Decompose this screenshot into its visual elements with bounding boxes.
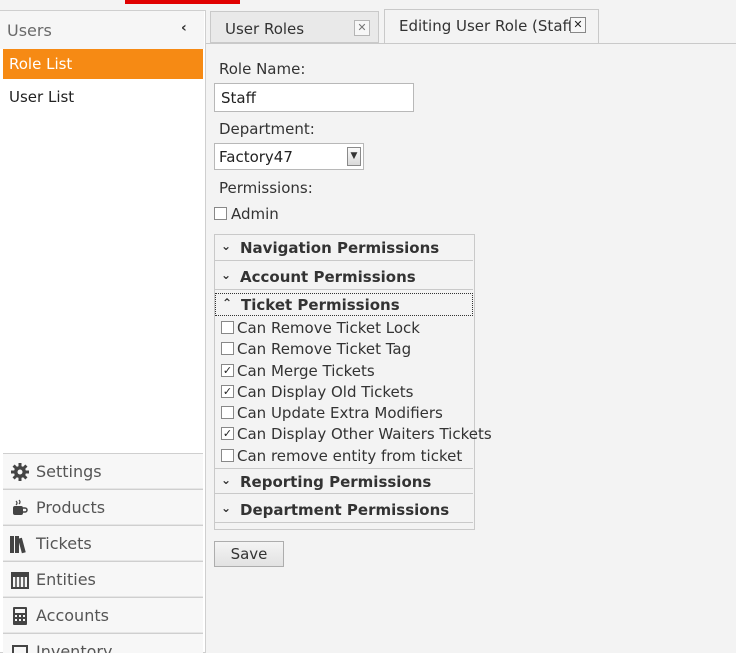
gear-icon: [11, 463, 29, 481]
section-department-permissions[interactable]: ⌄ Department Permissions: [215, 497, 473, 523]
nav-tickets-button[interactable]: Tickets: [3, 525, 203, 561]
nav-products-button[interactable]: Products: [3, 489, 203, 525]
nav-settings-button[interactable]: Settings: [3, 453, 203, 489]
nav-entities-button[interactable]: Entities: [3, 561, 203, 597]
nav-products-label: Products: [36, 498, 106, 517]
section-reporting-permissions[interactable]: ⌄ Reporting Permissions: [215, 468, 473, 494]
chevron-down-icon: ⌄: [221, 501, 232, 515]
users-panel-header: Users ‹: [0, 11, 204, 49]
nav-tickets-label: Tickets: [36, 534, 92, 553]
section-title: Department Permissions: [240, 501, 450, 519]
permission-label: Can Remove Ticket Lock: [237, 319, 420, 337]
tab-user-roles[interactable]: User Roles ✕: [210, 11, 379, 43]
chevron-down-icon: ⌄: [221, 473, 232, 487]
users-panel-title: Users: [7, 21, 52, 40]
top-accent-bar: [125, 0, 240, 4]
permission-checkbox-remove-ticket-lock[interactable]: [221, 321, 234, 334]
section-account-permissions[interactable]: ⌄ Account Permissions: [215, 264, 473, 290]
nav-inventory-button[interactable]: Inventory: [3, 633, 203, 653]
books-icon: [10, 536, 26, 554]
close-icon[interactable]: ✕: [570, 17, 586, 33]
nav-accounts-label: Accounts: [36, 606, 109, 625]
nav-settings-label: Settings: [36, 462, 102, 481]
permission-label: Can Update Extra Modifiers: [237, 404, 443, 422]
department-selected-value: Factory47: [219, 148, 293, 166]
permission-label: Can Remove Ticket Tag: [237, 340, 412, 358]
chevron-down-icon: ⌄: [221, 268, 232, 282]
sidebar-item-user-list[interactable]: User List: [3, 82, 203, 112]
chevron-down-icon[interactable]: ▼: [347, 147, 361, 166]
tab-editing-user-role-label: Editing User Role (Staff): [399, 17, 579, 35]
role-name-label: Role Name:: [219, 60, 306, 78]
permission-label: Can remove entity from ticket: [237, 447, 463, 465]
sidebar-item-role-list[interactable]: Role List: [3, 49, 203, 79]
section-ticket-permissions[interactable]: ⌃ Ticket Permissions: [215, 293, 473, 316]
permission-label: Can Display Old Tickets: [237, 383, 414, 401]
section-title: Reporting Permissions: [240, 473, 432, 491]
permission-label: Can Display Other Waiters Tickets: [237, 425, 492, 443]
nav-accounts-button[interactable]: Accounts: [3, 597, 203, 633]
permission-checkbox-merge-tickets[interactable]: ✓: [221, 364, 234, 377]
permission-checkbox-update-extra-modifiers[interactable]: [221, 406, 234, 419]
permission-checkbox-display-old-tickets[interactable]: ✓: [221, 385, 234, 398]
permission-checkbox-display-other-waiters-tickets[interactable]: ✓: [221, 427, 234, 440]
nav-inventory-label: Inventory: [36, 642, 113, 653]
users-panel: Users ‹ Role List User List Settings Pro…: [0, 10, 206, 653]
save-button[interactable]: Save: [214, 541, 284, 567]
collapse-icon[interactable]: ‹: [181, 20, 187, 36]
close-icon[interactable]: ✕: [354, 20, 370, 36]
section-title: Navigation Permissions: [240, 239, 440, 257]
coffee-cup-icon: [13, 499, 28, 515]
permissions-label: Permissions:: [219, 179, 313, 197]
module-nav: Settings Products Tickets Entities Accou…: [3, 453, 203, 653]
permission-label: Can Merge Tickets: [237, 362, 375, 380]
section-title: Account Permissions: [240, 268, 416, 286]
admin-checkbox-label: Admin: [231, 205, 279, 223]
chevron-down-icon: ⌄: [221, 239, 232, 253]
app-window: Users ‹ Role List User List Settings Pro…: [0, 0, 736, 653]
admin-checkbox[interactable]: [214, 207, 227, 220]
nav-entities-label: Entities: [36, 570, 96, 589]
table-icon: [11, 572, 29, 589]
department-label: Department:: [219, 120, 315, 138]
permission-checkbox-remove-entity-from-ticket[interactable]: [221, 449, 234, 462]
box-icon: [12, 645, 28, 653]
role-name-input[interactable]: Staff: [214, 83, 414, 112]
section-navigation-permissions[interactable]: ⌄ Navigation Permissions: [215, 235, 473, 261]
section-title: Ticket Permissions: [241, 296, 400, 314]
permission-checkbox-remove-ticket-tag[interactable]: [221, 342, 234, 355]
calculator-icon: [13, 607, 27, 625]
tab-editing-user-role[interactable]: Editing User Role (Staff) ✕: [384, 9, 599, 43]
chevron-up-icon: ⌃: [222, 296, 233, 310]
department-select[interactable]: Factory47 ▼: [214, 143, 364, 170]
tab-user-roles-label: User Roles: [225, 20, 305, 38]
